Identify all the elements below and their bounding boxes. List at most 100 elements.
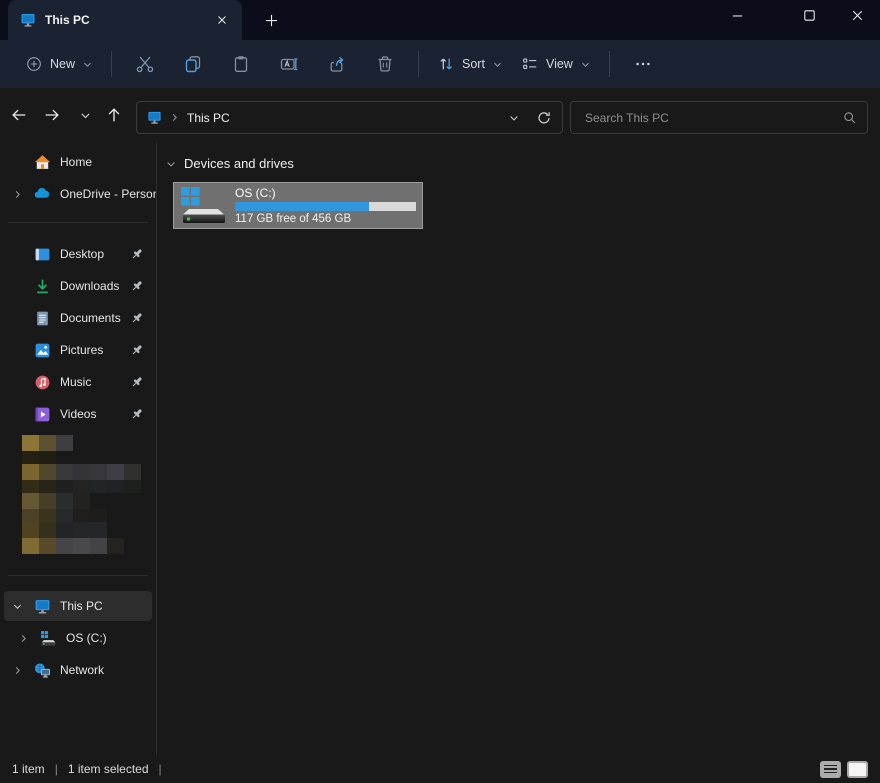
redacted-item-row[interactable]	[22, 435, 156, 451]
sidebar-divider	[8, 222, 148, 223]
sidebar-item-videos[interactable]: Videos	[4, 399, 152, 429]
sidebar-item-music[interactable]: Music	[4, 367, 152, 397]
sidebar-item-label: Videos	[60, 407, 96, 421]
new-button-label: New	[50, 57, 75, 71]
tree-item-this-pc[interactable]: This PC	[4, 591, 152, 621]
sidebar-item-label: Pictures	[60, 343, 103, 357]
share-icon	[327, 54, 347, 74]
close-button[interactable]	[834, 0, 880, 30]
new-button[interactable]: New	[16, 46, 102, 82]
sort-button-label: Sort	[462, 57, 485, 71]
address-row: This PC	[0, 88, 880, 142]
redacted-item-row[interactable]	[22, 480, 156, 493]
forward-button[interactable]	[37, 99, 67, 131]
home-icon	[30, 154, 54, 171]
rename-button[interactable]	[269, 46, 309, 82]
desktop-icon	[30, 246, 54, 263]
chevron-down-icon	[580, 59, 591, 70]
tab-close-icon[interactable]	[210, 8, 234, 32]
view-button-label: View	[546, 57, 573, 71]
navigation-pane: Home OneDrive - Persona Desktop	[0, 142, 156, 755]
new-tab-button[interactable]	[258, 8, 284, 32]
devices-and-drives-group[interactable]: Devices and drives	[165, 156, 294, 171]
pin-icon	[130, 343, 144, 357]
paste-button[interactable]	[221, 46, 261, 82]
titlebar: This PC	[0, 0, 880, 40]
chevron-right-icon	[169, 112, 180, 123]
status-divider: |	[159, 762, 162, 776]
copy-button[interactable]	[173, 46, 213, 82]
sidebar-item-pictures[interactable]: Pictures	[4, 335, 152, 365]
sidebar-item-home[interactable]: Home	[4, 147, 152, 177]
sidebar-item-desktop[interactable]: Desktop	[4, 239, 152, 269]
tree-item-os-c[interactable]: OS (C:)	[10, 623, 152, 653]
music-icon	[30, 374, 54, 391]
os-drive-icon	[36, 630, 60, 647]
chevron-right-icon[interactable]	[4, 189, 30, 200]
up-button[interactable]	[99, 99, 129, 131]
recent-locations-chevron[interactable]	[70, 99, 100, 131]
drive-tile-os-c[interactable]: OS (C:) 117 GB free of 456 GB	[173, 182, 423, 229]
chevron-down-icon[interactable]	[165, 158, 177, 170]
this-pc-monitor-icon	[20, 12, 36, 28]
refresh-button[interactable]	[536, 110, 552, 126]
chevron-down-icon[interactable]	[4, 601, 30, 612]
copy-icon	[183, 54, 203, 74]
scissors-icon	[135, 54, 155, 74]
chevron-down-icon	[492, 59, 503, 70]
circle-plus-icon	[25, 55, 43, 73]
sidebar-item-onedrive[interactable]: OneDrive - Persona	[4, 179, 152, 209]
back-button[interactable]	[4, 99, 34, 131]
sidebar-divider	[8, 575, 148, 576]
see-more-button[interactable]	[623, 46, 663, 82]
view-button[interactable]: View	[512, 46, 600, 82]
pin-icon	[130, 375, 144, 389]
onedrive-cloud-icon	[30, 185, 54, 203]
chevron-right-icon[interactable]	[10, 633, 36, 644]
items-view: Devices and drives	[157, 142, 880, 755]
toolbar-divider	[418, 51, 419, 77]
redacted-item-row[interactable]	[22, 538, 156, 554]
chevron-right-icon[interactable]	[4, 665, 30, 676]
delete-button[interactable]	[365, 46, 405, 82]
sidebar-item-label: Desktop	[60, 247, 104, 261]
pin-icon	[130, 279, 144, 293]
network-icon	[30, 662, 54, 679]
view-layout-icon	[521, 55, 539, 73]
redacted-item-row[interactable]	[22, 451, 156, 464]
large-icons-view-button[interactable]	[847, 761, 868, 778]
drive-usage-bar	[235, 202, 416, 211]
redacted-item-row[interactable]	[22, 493, 156, 509]
explorer-tab[interactable]: This PC	[8, 0, 242, 40]
selection-count-label: 1 item selected	[68, 762, 149, 776]
search-input[interactable]	[571, 111, 842, 125]
sidebar-item-downloads[interactable]: Downloads	[4, 271, 152, 301]
address-dropdown-chevron[interactable]	[508, 112, 520, 124]
search-icon[interactable]	[842, 110, 857, 125]
drive-info: OS (C:) 117 GB free of 456 GB	[235, 186, 416, 225]
sidebar-item-label: Downloads	[60, 279, 119, 293]
share-button[interactable]	[317, 46, 357, 82]
cut-button[interactable]	[125, 46, 165, 82]
drive-free-space-label: 117 GB free of 456 GB	[235, 213, 416, 225]
tree-item-label: OS (C:)	[66, 631, 107, 645]
group-header-label: Devices and drives	[184, 156, 294, 171]
details-view-button[interactable]	[820, 761, 841, 778]
tree-item-network[interactable]: Network	[4, 655, 152, 685]
redacted-item-row[interactable]	[22, 464, 156, 480]
file-explorer-window: This PC New	[0, 0, 880, 783]
sort-button[interactable]: Sort	[428, 46, 512, 82]
videos-icon	[30, 406, 54, 423]
redacted-item-row[interactable]	[22, 509, 156, 522]
redacted-sidebar-items[interactable]	[22, 435, 156, 554]
drive-usage-fill	[235, 202, 369, 211]
toolbar-divider	[111, 51, 112, 77]
breadcrumb-this-pc[interactable]: This PC	[187, 111, 230, 125]
redacted-item-row[interactable]	[22, 522, 156, 538]
maximize-button[interactable]	[786, 0, 832, 30]
address-bar[interactable]: This PC	[136, 101, 563, 134]
sidebar-item-documents[interactable]: Documents	[4, 303, 152, 333]
minimize-button[interactable]	[714, 0, 760, 30]
documents-icon	[30, 310, 54, 327]
window-controls	[714, 0, 880, 30]
